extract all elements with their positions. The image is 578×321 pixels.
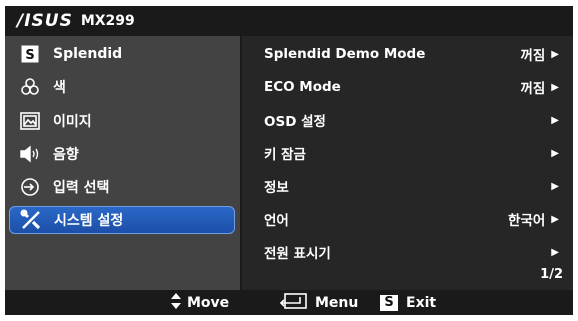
page-indicator: 1/2 (540, 267, 563, 282)
menu-item-label: OSD 설정 (264, 114, 326, 130)
exit-hint: S Exit (380, 290, 436, 315)
move-label: Move (187, 294, 230, 311)
menu-item-label: Splendid Demo Mode (264, 46, 426, 62)
menu-item-value: 꺼짐 (520, 48, 546, 64)
menu-item-label: 키 잠금 (264, 147, 306, 163)
menu-item-language[interactable]: 언어 한국어 ▶ (242, 205, 573, 233)
sidebar-item-label: 입력 선택 (53, 180, 110, 196)
menu-item-power-indicator[interactable]: 전원 표시기 ▶ (242, 238, 573, 266)
sidebar-item-label: 음향 (53, 147, 79, 163)
footer-hints: Move Menu S Exit (5, 290, 573, 315)
exit-label: Exit (406, 294, 437, 311)
arrow-right-icon: ▶ (551, 213, 559, 225)
menu-item-information[interactable]: 정보 ▶ (242, 172, 573, 200)
up-down-arrow-icon (171, 292, 181, 313)
menu-item-label: 언어 (264, 213, 289, 229)
sidebar: S Splendid 색 이미지 음향 입력 선택 시스템 설정 (5, 36, 240, 290)
menu-item-value: 꺼짐 (520, 81, 546, 97)
model-name: MX299 (80, 13, 135, 29)
sidebar-item-system-setup[interactable]: 시스템 설정 (9, 206, 235, 234)
sidebar-item-label: 시스템 설정 (54, 213, 124, 229)
sidebar-item-color[interactable]: 색 (9, 73, 235, 101)
tools-icon (20, 209, 42, 231)
title-bar: /ISUS MX299 (5, 6, 573, 36)
sidebar-item-input-select[interactable]: 입력 선택 (9, 173, 235, 201)
osd-panel: /ISUS MX299 S Splendid 색 이미지 음향 입력 선택 시스… (5, 6, 573, 315)
menu-item-label: 정보 (264, 180, 289, 196)
speaker-icon (19, 143, 41, 165)
input-select-icon (19, 176, 41, 198)
arrow-right-icon: ▶ (551, 246, 559, 258)
arrow-right-icon: ▶ (551, 81, 559, 93)
menu-item-key-lock[interactable]: 키 잠금 ▶ (242, 139, 573, 167)
menu-label: Menu (315, 294, 359, 311)
menu-item-eco-mode[interactable]: ECO Mode 꺼짐 ▶ (242, 73, 573, 101)
svg-text:S: S (25, 48, 34, 63)
arrow-right-icon: ▶ (551, 147, 559, 159)
arrow-right-icon: ▶ (551, 180, 559, 192)
sidebar-item-splendid[interactable]: S Splendid (9, 40, 235, 68)
move-hint: Move (171, 290, 229, 315)
sidebar-item-label: 색 (53, 80, 66, 96)
arrow-right-icon: ▶ (551, 114, 559, 126)
menu-item-value: 한국어 (508, 213, 546, 229)
sidebar-item-label: Splendid (53, 46, 123, 62)
image-icon (19, 110, 41, 132)
sidebar-item-sound[interactable]: 음향 (9, 140, 235, 168)
arrow-right-icon: ▶ (551, 48, 559, 60)
menu-item-splendid-demo-mode[interactable]: Splendid Demo Mode 꺼짐 ▶ (242, 40, 573, 68)
menu-hint: Menu (279, 290, 358, 315)
sidebar-item-image[interactable]: 이미지 (9, 107, 235, 135)
exit-key-icon: S (380, 294, 398, 311)
enter-key-icon (279, 292, 307, 313)
color-icon (19, 76, 41, 98)
settings-list: Splendid Demo Mode 꺼짐 ▶ ECO Mode 꺼짐 ▶ OS… (242, 36, 573, 290)
splendid-s-icon: S (19, 43, 41, 65)
menu-item-label: ECO Mode (264, 79, 341, 95)
menu-item-label: 전원 표시기 (264, 246, 331, 262)
brand-logo: /ISUS (17, 11, 73, 31)
menu-item-osd-setup[interactable]: OSD 설정 ▶ (242, 106, 573, 134)
sidebar-item-label: 이미지 (53, 114, 92, 130)
